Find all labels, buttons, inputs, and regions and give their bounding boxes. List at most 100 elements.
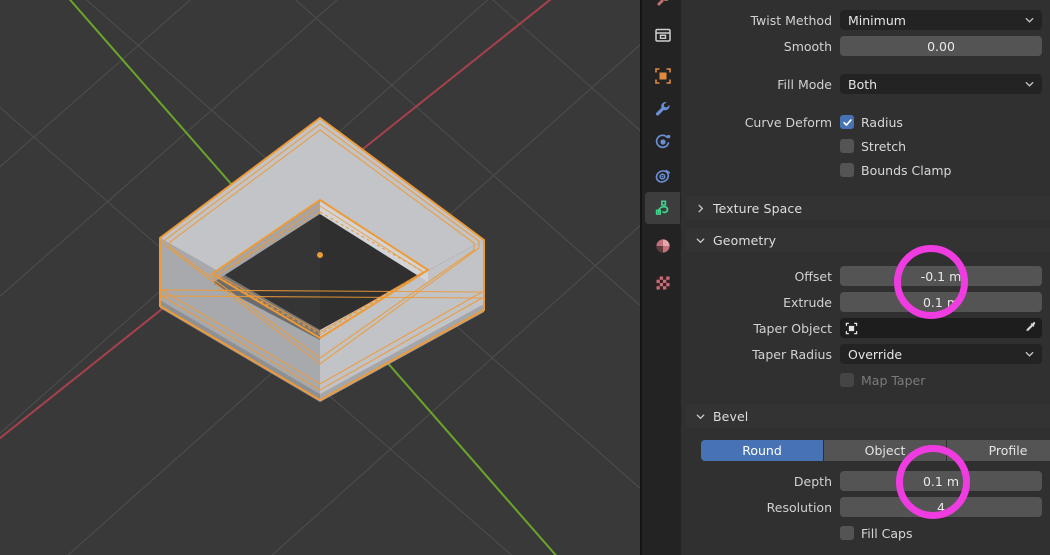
offset-slider[interactable]: -0.1 m: [840, 266, 1042, 286]
fill-caps-checkbox[interactable]: [840, 526, 854, 540]
properties-tab-column: [640, 0, 681, 555]
row-twist-method: Twist Method Minimum: [685, 9, 1050, 31]
extrude-slider[interactable]: 0.1 m: [840, 292, 1042, 312]
check-icon: [842, 118, 852, 126]
viewport-canvas: [0, 0, 640, 555]
properties-tab-object-data[interactable]: [645, 192, 680, 224]
row-curve-deform-bounds-clamp: Bounds Clamp: [685, 159, 1050, 181]
material-sphere-icon: [655, 239, 670, 253]
smooth-value: 0.00: [927, 38, 955, 54]
twist-method-dropdown[interactable]: Minimum: [840, 10, 1042, 30]
properties-tab-texture[interactable]: [645, 267, 680, 299]
resolution-slider[interactable]: 4: [840, 497, 1042, 517]
map-taper-checkbox: [840, 373, 854, 387]
bevel-header[interactable]: Bevel: [685, 404, 1050, 428]
geometry-title: Geometry: [713, 232, 777, 248]
wrench-icon: [655, 101, 670, 116]
eyedropper-icon[interactable]: [1023, 319, 1037, 338]
fill-mode-label: Fill Mode: [777, 76, 832, 92]
bounds-clamp-checkbox[interactable]: [840, 163, 854, 177]
smooth-slider[interactable]: 0.00: [840, 36, 1042, 56]
extrude-label: Extrude: [783, 294, 832, 310]
3d-viewport[interactable]: [0, 0, 640, 555]
properties-tab-physics[interactable]: [645, 126, 680, 158]
row-offset: Offset -0.1 m: [685, 265, 1050, 287]
chevron-down-icon: [696, 237, 705, 243]
row-resolution: Resolution 4: [685, 496, 1050, 518]
taper-object-label: Taper Object: [753, 320, 832, 336]
properties-tab-constraints[interactable]: [645, 160, 680, 192]
bevel-tab-object-label: Object: [864, 443, 906, 458]
tool-icon: [656, 0, 669, 6]
chevron-right-icon: [698, 204, 704, 212]
row-depth: Depth 0.1 m: [685, 470, 1050, 492]
bevel-panel: Bevel Round Object Profile Depth 0.1 m R…: [685, 404, 1050, 555]
extrude-value: 0.1 m: [922, 294, 960, 310]
depth-label: Depth: [793, 473, 832, 489]
row-map-taper: Map Taper: [685, 369, 1050, 391]
properties-tab-object[interactable]: [645, 60, 680, 92]
taper-object-field[interactable]: [840, 318, 1042, 338]
row-taper-object: Taper Object: [685, 317, 1050, 339]
twist-method-label: Twist Method: [750, 12, 832, 28]
checkbox-bounds-clamp[interactable]: Bounds Clamp: [840, 163, 951, 178]
constraint-icon: [655, 169, 670, 183]
fill-caps-label: Fill Caps: [861, 525, 913, 541]
row-fill-mode: Fill Mode Both: [685, 73, 1050, 95]
chevron-down-icon: [1025, 351, 1034, 357]
texture-space-panel[interactable]: Texture Space: [685, 196, 1050, 221]
row-extrude: Extrude 0.1 m: [685, 291, 1050, 313]
curve-deform-label: Curve Deform: [744, 114, 832, 130]
offset-label: Offset: [794, 268, 832, 284]
depth-slider[interactable]: 0.1 m: [840, 471, 1042, 491]
curve-data-icon: [655, 200, 668, 215]
properties-tab-tool[interactable]: [645, 0, 680, 16]
bevel-tab-profile[interactable]: Profile: [947, 440, 1050, 461]
bevel-tab-round[interactable]: Round: [701, 440, 824, 461]
physics-orbit-icon: [655, 134, 670, 149]
resolution-label: Resolution: [766, 499, 832, 515]
row-curve-deform-radius: Curve Deform Radius: [685, 111, 1050, 133]
taper-radius-value: Override: [848, 346, 903, 362]
bevel-tab-object[interactable]: Object: [824, 440, 947, 461]
chevron-down-icon: [1025, 81, 1034, 87]
properties-tab-render[interactable]: [645, 19, 680, 51]
taper-radius-label: Taper Radius: [752, 346, 832, 362]
twist-method-value: Minimum: [848, 12, 906, 28]
bevel-title: Bevel: [713, 408, 749, 424]
fill-mode-value: Both: [848, 76, 878, 92]
chevron-down-icon: [696, 413, 705, 419]
stretch-checkbox[interactable]: [840, 139, 854, 153]
row-fill-caps: Fill Caps: [685, 522, 1050, 544]
bevel-type-tabs: Round Object Profile: [701, 440, 1050, 461]
chevron-down-icon: [1025, 17, 1034, 23]
taper-radius-dropdown[interactable]: Override: [840, 344, 1042, 364]
bevel-tab-round-label: Round: [742, 443, 782, 458]
curve-shape-panel: Twist Method Minimum Smooth 0.00 Fill Mo…: [685, 0, 1050, 186]
checkbox-stretch[interactable]: Stretch: [840, 139, 906, 154]
texture-space-header[interactable]: Texture Space: [685, 196, 1050, 220]
geometry-header[interactable]: Geometry: [685, 228, 1050, 252]
properties-tab-modifier[interactable]: [645, 93, 680, 125]
bevel-tab-profile-label: Profile: [988, 443, 1028, 458]
offset-value: -0.1 m: [920, 268, 962, 284]
smooth-label: Smooth: [783, 38, 832, 54]
checkbox-fill-caps[interactable]: Fill Caps: [840, 526, 913, 541]
radius-checkbox[interactable]: [840, 115, 854, 129]
resolution-value: 4: [937, 499, 945, 515]
texture-checker-icon: [656, 276, 669, 290]
checkbox-radius[interactable]: Radius: [840, 115, 903, 130]
row-taper-radius: Taper Radius Override: [685, 343, 1050, 365]
fill-mode-dropdown[interactable]: Both: [840, 74, 1042, 94]
properties-tab-material[interactable]: [645, 230, 680, 262]
row-curve-deform-stretch: Stretch: [685, 135, 1050, 157]
properties-editor: Twist Method Minimum Smooth 0.00 Fill Mo…: [681, 0, 1050, 555]
stretch-label: Stretch: [861, 138, 907, 154]
object-origin: [317, 252, 323, 258]
render-camera-icon: [654, 28, 671, 42]
map-taper-label: Map Taper: [861, 372, 926, 388]
bounds-clamp-label: Bounds Clamp: [861, 162, 952, 178]
geometry-panel: Geometry Offset -0.1 m Extrude 0.1 m Tap…: [685, 228, 1050, 398]
object-square-icon: [654, 68, 671, 84]
radius-label: Radius: [861, 114, 903, 130]
